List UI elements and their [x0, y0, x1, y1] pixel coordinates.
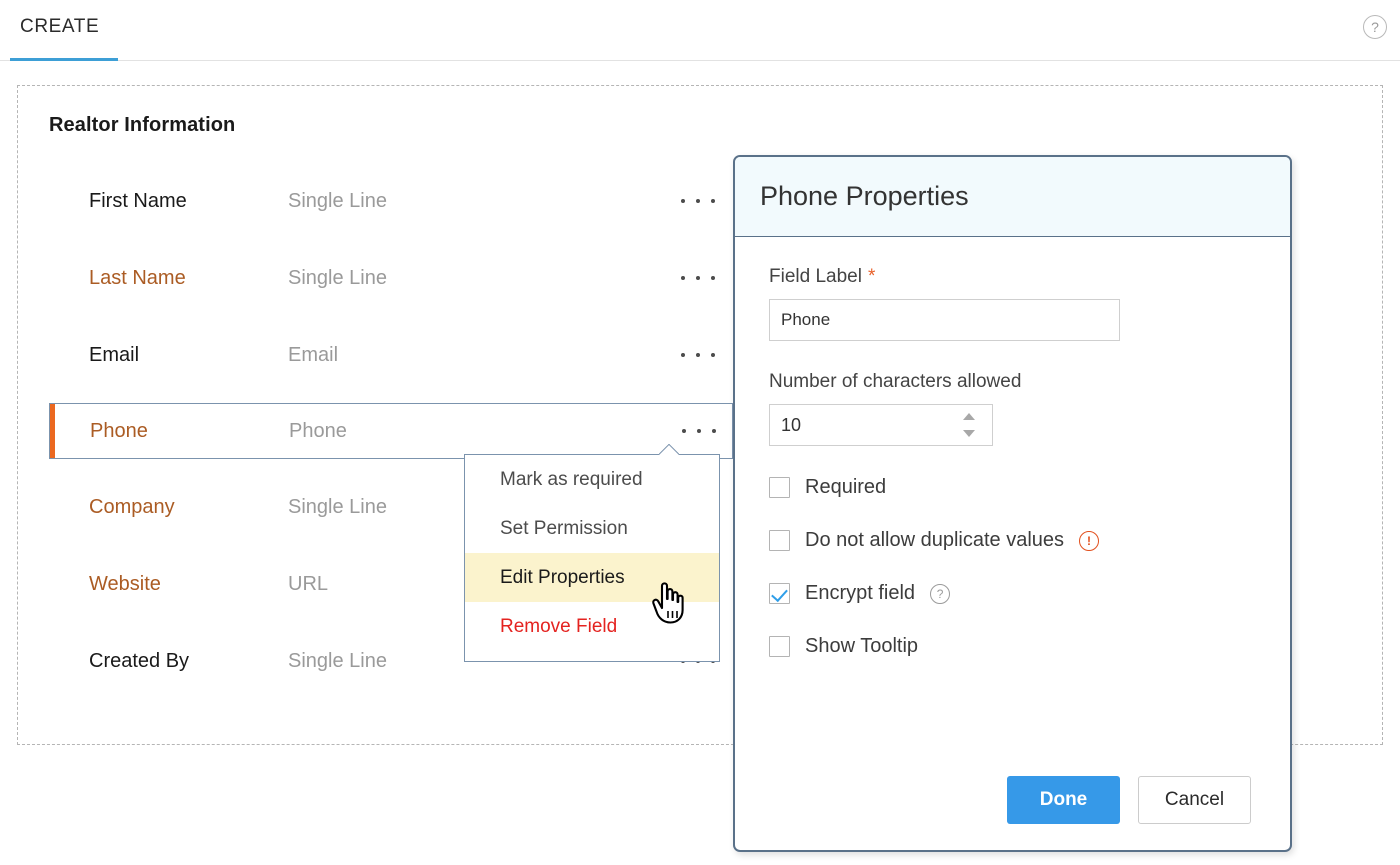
field-type-placeholder: Phone [289, 419, 347, 442]
dialog-title: Phone Properties [760, 181, 969, 211]
dialog-checkbox-list: Required Do not allow duplicate values! En… [769, 476, 1256, 658]
field-row[interactable]: Email Email [49, 328, 733, 382]
field-type-placeholder: Single Line [288, 189, 387, 212]
checkbox-label: Required [805, 476, 887, 498]
help-circle-icon[interactable]: ? [1363, 15, 1387, 39]
checkbox-row[interactable]: Show Tooltip [769, 635, 1256, 658]
cancel-button[interactable]: Cancel [1138, 776, 1251, 824]
tab-active-underline [10, 58, 118, 61]
context-menu-item[interactable]: Mark as required [465, 455, 719, 504]
field-label: First Name [89, 189, 187, 212]
field-type-placeholder: Email [288, 343, 339, 366]
top-bar: CREATE ? [0, 0, 1400, 61]
checkbox-label: Show Tooltip [805, 635, 919, 657]
checkbox-row[interactable]: Encrypt field? [769, 582, 1256, 605]
context-menu-item[interactable]: Set Permission [465, 504, 719, 553]
dialog-body: Field Label * Number of characters allow… [735, 237, 1290, 658]
dialog-footer: Done Cancel [735, 776, 1290, 824]
context-menu-items: Mark as required Set Permission Edit Prope… [465, 455, 719, 651]
spinner-down-icon[interactable] [963, 430, 975, 437]
checkbox[interactable] [769, 477, 790, 498]
checkbox[interactable] [769, 530, 790, 551]
num-chars-input[interactable] [769, 404, 993, 446]
field-label: Phone [90, 419, 148, 442]
dialog-header: Phone Properties [735, 157, 1290, 237]
checkbox-row[interactable]: Do not allow duplicate values! [769, 529, 1256, 552]
num-chars-label: Number of characters allowed [769, 371, 1022, 392]
field-label-text: Field Label [769, 266, 862, 287]
more-options-icon[interactable] [681, 342, 715, 368]
field-row[interactable]: Phone Phone [49, 403, 733, 459]
selected-field-accent-bar [50, 404, 55, 458]
field-label: Company [89, 495, 175, 518]
field-row[interactable]: Last Name Single Line [49, 251, 733, 305]
checkbox-label: Encrypt field [805, 582, 916, 604]
num-chars-spinner[interactable] [962, 413, 976, 437]
warning-circle-icon[interactable]: ! [1079, 530, 1100, 551]
more-options-icon[interactable] [681, 188, 715, 214]
field-type-placeholder: Single Line [288, 495, 387, 518]
field-row[interactable]: First Name Single Line [49, 174, 733, 228]
num-chars-caption: Number of characters allowed [769, 371, 1256, 393]
field-type-placeholder: Single Line [288, 266, 387, 289]
field-type-placeholder: URL [288, 572, 329, 595]
field-label: Email [89, 343, 140, 366]
phone-properties-dialog: Phone Properties Field Label * Number of… [733, 155, 1292, 852]
field-label-input[interactable] [769, 299, 1120, 341]
field-label: Last Name [89, 266, 186, 289]
num-chars-stepper[interactable] [769, 404, 993, 446]
context-menu-arrow [659, 444, 679, 455]
field-type-placeholder: Single Line [288, 649, 387, 672]
more-options-icon[interactable] [681, 265, 715, 291]
spinner-up-icon[interactable] [963, 413, 975, 420]
checkbox[interactable] [769, 583, 790, 604]
more-options-icon[interactable] [682, 418, 716, 444]
field-label-caption: Field Label * [769, 266, 1256, 288]
checkbox-label: Do not allow duplicate values [805, 529, 1065, 551]
checkbox-row[interactable]: Required [769, 476, 1256, 499]
context-menu-item[interactable]: Remove Field [465, 602, 719, 651]
field-label: Website [89, 572, 161, 595]
field-label: Created By [89, 649, 190, 672]
help-circle-icon[interactable]: ? [930, 583, 951, 604]
field-context-menu[interactable]: Mark as required Set Permission Edit Prope… [464, 454, 720, 662]
tab-create[interactable]: CREATE [20, 16, 99, 54]
context-menu-item[interactable]: Edit Properties [465, 553, 719, 602]
checkbox[interactable] [769, 636, 790, 657]
required-asterisk: * [867, 266, 876, 287]
section-title: Realtor Information [49, 114, 236, 136]
done-button[interactable]: Done [1007, 776, 1120, 824]
